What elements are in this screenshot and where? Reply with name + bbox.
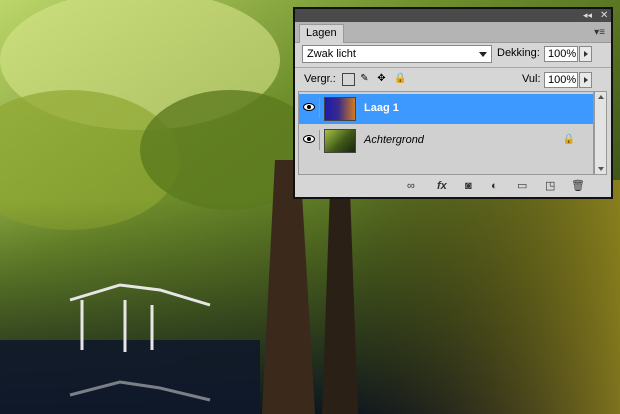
close-icon[interactable]: ✕ — [600, 9, 608, 22]
layer-thumbnail — [324, 129, 356, 153]
visibility-eye-icon[interactable] — [301, 130, 320, 150]
panel-tab-row: Lagen ▾≡ — [295, 22, 611, 43]
adjustment-icon[interactable]: ◐ — [491, 180, 498, 193]
lock-label: Vergr.: — [304, 73, 336, 85]
lock-move-icon[interactable]: ✥ — [376, 73, 387, 84]
layer-row-laag-1[interactable]: Laag 1 — [299, 94, 593, 124]
layers-list: Laag 1 Achtergrond 🔒 — [298, 91, 594, 175]
layers-scrollbar[interactable] — [594, 91, 607, 175]
opacity-input[interactable]: 100% — [544, 46, 578, 62]
layers-panel: ◂◂ ✕ Lagen ▾≡ Zwak licht Dekking: 100% V… — [293, 7, 613, 199]
fill-label: Vul: — [522, 73, 541, 85]
tab-layers[interactable]: Lagen — [299, 24, 344, 43]
chevron-down-icon — [479, 52, 487, 57]
panel-menu-icon[interactable]: ▾≡ — [594, 27, 605, 38]
mask-icon[interactable]: ◙ — [465, 180, 472, 193]
lock-all-icon[interactable]: 🔒 — [394, 73, 406, 84]
scroll-up-icon[interactable] — [598, 95, 604, 99]
layer-name[interactable]: Laag 1 — [364, 102, 399, 114]
new-layer-icon[interactable]: ◳ — [545, 180, 555, 193]
layer-row-achtergrond[interactable]: Achtergrond 🔒 — [299, 126, 593, 156]
scroll-down-icon[interactable] — [598, 167, 604, 171]
divider — [295, 67, 611, 68]
folder-icon[interactable]: ▭ — [517, 180, 527, 193]
layer-thumbnail — [324, 97, 356, 121]
panel-title-bar: ◂◂ ✕ — [295, 9, 611, 22]
layer-name[interactable]: Achtergrond — [364, 134, 424, 146]
lock-brush-icon[interactable]: ✎ — [359, 73, 370, 84]
lock-transparency-icon[interactable] — [342, 73, 355, 86]
blend-mode-select[interactable]: Zwak licht — [302, 45, 492, 63]
fx-icon[interactable]: fx — [437, 180, 447, 193]
blend-mode-value: Zwak licht — [307, 48, 356, 60]
trash-icon[interactable]: 🗑 — [571, 180, 585, 193]
fill-input[interactable]: 100% — [544, 72, 578, 88]
padlock-icon: 🔒 — [562, 134, 575, 145]
collapse-icon[interactable]: ◂◂ — [583, 9, 592, 22]
opacity-slider-button[interactable] — [579, 46, 592, 62]
link-icon[interactable]: ∞ — [407, 180, 415, 193]
visibility-eye-icon[interactable] — [301, 98, 320, 118]
panel-bottom-toolbar: ∞ fx ◙ ◐ ▭ ◳ 🗑 — [295, 177, 611, 197]
fill-slider-button[interactable] — [579, 72, 592, 88]
opacity-label: Dekking: — [497, 47, 540, 59]
